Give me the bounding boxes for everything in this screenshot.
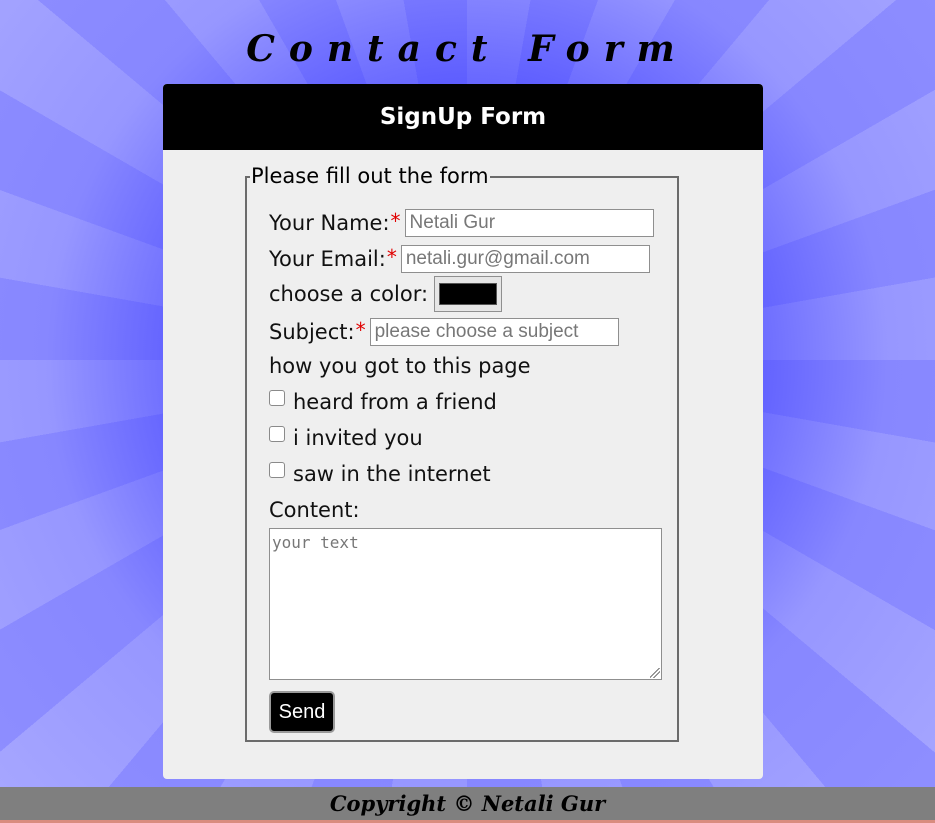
email-label: Your Email: bbox=[269, 247, 386, 271]
name-row: Your Name: * Netali Gur bbox=[269, 209, 654, 237]
subject-input[interactable]: please choose a subject bbox=[369, 318, 619, 346]
resize-grip-icon[interactable] bbox=[650, 668, 660, 678]
color-swatch bbox=[439, 283, 498, 305]
email-row: Your Email: * netali.gur@gmail.com bbox=[269, 245, 650, 273]
content-textarea[interactable]: your text bbox=[269, 528, 662, 680]
color-label: choose a color: bbox=[269, 282, 429, 306]
internet-checkbox[interactable] bbox=[269, 462, 285, 478]
name-label: Your Name: bbox=[269, 211, 390, 235]
subject-row: Subject: * please choose a subject bbox=[269, 318, 619, 346]
email-input[interactable]: netali.gur@gmail.com bbox=[400, 245, 650, 273]
signup-card: SignUp Form Please fill out the form You… bbox=[163, 84, 763, 779]
how-found-row: how you got to this page bbox=[269, 354, 531, 378]
internet-label: saw in the internet bbox=[293, 462, 491, 486]
color-picker[interactable] bbox=[434, 276, 503, 312]
name-required-mark: * bbox=[390, 209, 401, 233]
option-row: saw in the internet bbox=[269, 462, 491, 486]
email-required-mark: * bbox=[386, 245, 397, 269]
friend-checkbox[interactable] bbox=[269, 390, 285, 406]
send-button[interactable]: Send bbox=[269, 691, 335, 733]
content-label: Content: bbox=[269, 498, 360, 522]
content-row: Content: bbox=[269, 498, 360, 522]
subject-label: Subject: bbox=[269, 320, 355, 344]
footer-copyright: Copyright © Netali Gur bbox=[0, 787, 935, 820]
color-row: choose a color: bbox=[269, 276, 503, 312]
invited-label: i invited you bbox=[293, 426, 423, 450]
content-placeholder: your text bbox=[272, 533, 359, 552]
subject-required-mark: * bbox=[355, 318, 366, 342]
option-row: heard from a friend bbox=[269, 390, 497, 414]
option-row: i invited you bbox=[269, 426, 423, 450]
card-header: SignUp Form bbox=[163, 84, 763, 150]
invited-checkbox[interactable] bbox=[269, 426, 285, 442]
how-found-label: how you got to this page bbox=[269, 354, 531, 378]
friend-label: heard from a friend bbox=[293, 390, 497, 414]
page-title: Contact Form bbox=[246, 28, 689, 70]
contact-fieldset: Please fill out the form Your Name: * Ne… bbox=[245, 164, 679, 742]
name-input[interactable]: Netali Gur bbox=[404, 209, 654, 237]
fieldset-legend: Please fill out the form bbox=[250, 164, 490, 188]
